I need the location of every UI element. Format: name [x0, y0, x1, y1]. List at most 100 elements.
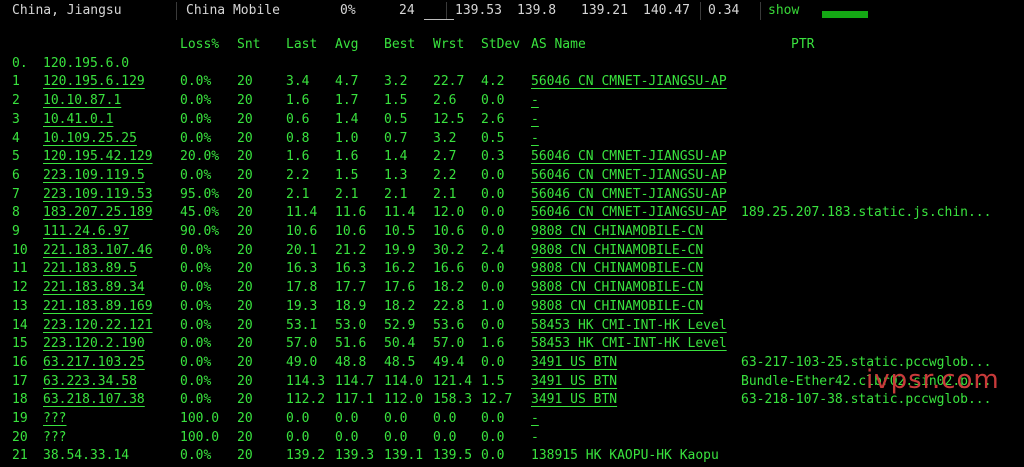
hop-worst: 2.6	[433, 93, 457, 109]
hop-number: 13	[12, 298, 28, 314]
hop-sent: 20	[237, 130, 253, 146]
hop-sent: 20	[237, 186, 253, 202]
hop-number: 16	[12, 354, 28, 370]
table-row: 1 120.195.6.129 0.0% 20 3.4 4.7 3.2 22.7 4.2 5604…	[0, 75, 1024, 93]
hop-best: 112.0	[384, 392, 424, 408]
hop-stdev: 0.0	[481, 280, 505, 296]
hop-best: 0.7	[384, 130, 408, 146]
hop-best: 1.4	[384, 149, 408, 165]
hop-as-name: 9808 CN CHINAMOBILE-CN	[531, 224, 704, 239]
hop-loss: 0.0%	[180, 261, 212, 277]
hop-number: 8	[12, 205, 20, 221]
hop-ip: ???	[43, 411, 67, 426]
hop-number: 12	[12, 280, 28, 296]
location-label: China, Jiangsu	[12, 3, 122, 18]
hop-sent: 20	[237, 111, 253, 127]
hop-stdev: 1.0	[481, 298, 505, 314]
header-divider	[176, 2, 177, 20]
hop-ptr: 189.25.207.183.static.js.chin...	[741, 205, 992, 221]
table-row: 8 183.207.25.189 45.0% 20 11.4 11.6 11.4 12.0 0.…	[0, 206, 1024, 224]
hop-last: 11.4	[286, 205, 318, 221]
hop-worst: 16.6	[433, 261, 465, 277]
hop-avg: 18.9	[335, 298, 367, 314]
hop-stdev: 0.5	[481, 130, 505, 146]
table-row: 6 223.109.119.5 0.0% 20 2.2 1.5 1.3 2.2 0.0 56046…	[0, 167, 1024, 187]
hop-worst: 0.0	[433, 411, 457, 426]
hop-ip: 221.183.89.5	[43, 261, 137, 277]
table-row: 4 10.109.25.25 0.0% 20 0.8 1.0 0.7 3.2 0.5 -	[0, 130, 1024, 150]
hop-last: 0.6	[286, 111, 310, 127]
hop-number: 11	[12, 261, 28, 277]
table-row: 18 63.218.107.38 0.0% 20 112.2 117.1 112.0 158.…	[0, 393, 1024, 411]
hop-stdev: 0.0	[481, 429, 505, 445]
hop-loss: 0.0%	[180, 167, 212, 183]
hop-stdev: 0.0	[481, 93, 505, 109]
hop-ip: 221.183.89.34	[43, 280, 145, 296]
hop-number: 18	[12, 392, 28, 408]
table-row: 15 223.120.2.190 0.0% 20 57.0 51.6 50.4 57.0 1.6…	[0, 337, 1024, 355]
hop-loss: 95.0%	[180, 186, 220, 202]
hop-best: 10.5	[384, 224, 416, 239]
hop-ip: 63.217.103.25	[43, 354, 145, 370]
hop-sent: 20	[237, 149, 253, 165]
hop-avg: 21.2	[335, 242, 367, 258]
watermark: ivpsr.com	[866, 365, 1000, 395]
hop-best: 0.0	[384, 411, 408, 426]
hop-avg: 1.6	[335, 149, 359, 165]
hop-as-name: 9808 CN CHINAMOBILE-CN	[531, 261, 704, 277]
hop-loss: 20.0%	[180, 149, 220, 165]
hop-avg: 1.4	[335, 111, 359, 127]
hop-best: 11.4	[384, 205, 416, 221]
hop-avg: 48.8	[335, 354, 367, 370]
hop-number: 21	[12, 448, 28, 464]
hop-worst: 22.8	[433, 298, 465, 314]
hop-best: 48.5	[384, 354, 416, 370]
hop-stdev: 2.6	[481, 111, 505, 127]
hop-last: 49.0	[286, 354, 318, 370]
hop-as-name: 9808 CN CHINAMOBILE-CN	[531, 298, 704, 314]
hop-worst: 2.2	[433, 167, 457, 183]
hop-last: 0.0	[286, 411, 310, 426]
hop-avg: 16.3	[335, 261, 367, 277]
show-link[interactable]: show	[768, 4, 799, 18]
hop-ip: 63.218.107.38	[43, 392, 145, 408]
table-row: 13 221.183.89.169 0.0% 20 19.3 18.9 18.2 22.8 1.…	[0, 298, 1024, 318]
hop-number: 3	[12, 111, 20, 127]
hop-worst: 0.0	[433, 429, 457, 445]
hop-stdev: 0.0	[481, 205, 505, 221]
hop-as-name: -	[531, 130, 539, 146]
hop-number: 9	[12, 224, 20, 239]
hop-sent: 20	[237, 74, 253, 90]
hop-loss: 100.0	[180, 429, 220, 445]
hop-number: 7	[12, 186, 20, 202]
hop-loss: 0.0%	[180, 93, 212, 109]
hop-worst: 2.7	[433, 149, 457, 165]
hop-avg: 1.5	[335, 167, 359, 183]
table-row: 9 111.24.6.97 90.0% 20 10.6 10.6 10.5 10.6 0.0 98…	[0, 225, 1024, 243]
hop-avg: 114.7	[335, 373, 375, 389]
hop-avg: 139.3	[335, 448, 375, 464]
hop-avg: 10.6	[335, 224, 367, 239]
col-snt: Snt	[237, 37, 261, 52]
hop-last: 53.1	[286, 317, 318, 333]
hop-loss: 45.0%	[180, 205, 220, 221]
summary-header: China, Jiangsu China Mobile 0% 24 139.53…	[0, 0, 1024, 22]
hop-number: 2	[12, 93, 20, 109]
hop-stdev: 0.0	[481, 317, 505, 333]
hop-number: 17	[12, 373, 28, 389]
hop-worst: 121.4	[433, 373, 473, 389]
hop-last: 3.4	[286, 74, 310, 90]
table-row: 14 223.120.22.121 0.0% 20 53.1 53.0 52.9 53.6 0.…	[0, 317, 1024, 337]
summary-avg: 139.8	[517, 3, 557, 18]
hop-last: 114.3	[286, 373, 326, 389]
hop-as-name: -	[531, 111, 539, 127]
hop-number: 4	[12, 130, 20, 146]
hop-stdev: 0.0	[481, 186, 505, 202]
hop-best: 2.1	[384, 186, 408, 202]
table-row: 3 10.41.0.1 0.0% 20 0.6 1.4 0.5 12.5 2.6 -	[0, 111, 1024, 131]
hop-loss: 0.0%	[180, 74, 212, 90]
hop-number: 0.	[12, 55, 28, 71]
hop-best: 1.5	[384, 93, 408, 109]
hop-as-name: 56046 CN CMNET-JIANGSU-AP	[531, 205, 727, 221]
col-last: Last	[286, 37, 318, 52]
